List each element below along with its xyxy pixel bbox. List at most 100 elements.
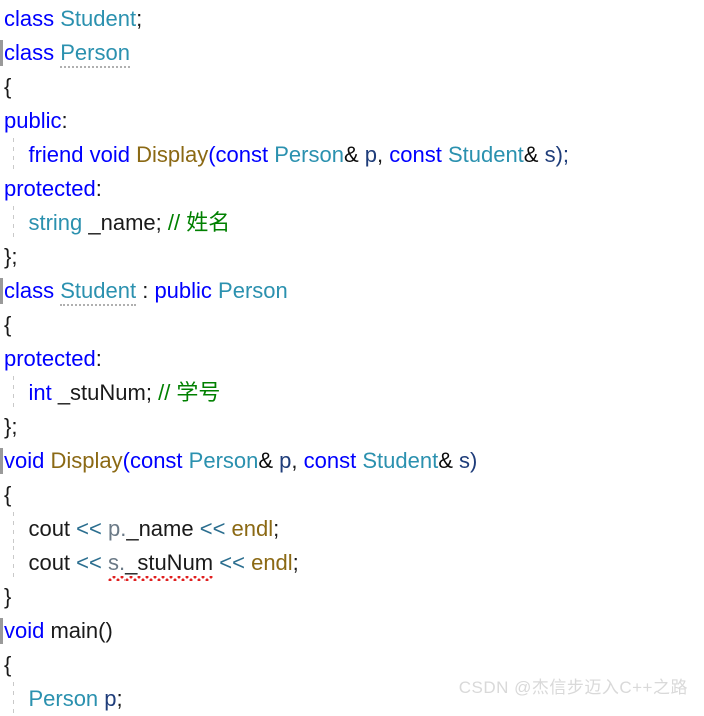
code-token: << — [199, 516, 232, 541]
code-line[interactable]: public: — [0, 104, 704, 138]
code-line[interactable]: void Display(const Person& p, const Stud… — [0, 444, 704, 478]
code-token: { — [4, 652, 12, 677]
code-line[interactable]: class Student : public Person — [0, 274, 704, 308]
code-token: & — [438, 448, 453, 473]
code-token: s — [538, 142, 556, 167]
code-token: ; — [273, 516, 280, 541]
code-token: const — [215, 142, 275, 167]
code-token: { — [4, 312, 12, 337]
code-token: { — [4, 482, 12, 507]
code-token: ; — [292, 550, 299, 575]
code-token: Student — [60, 278, 137, 306]
code-token: _name — [126, 516, 200, 541]
code-token: Person — [28, 686, 99, 711]
code-token: & — [523, 142, 539, 167]
code-token: string — [28, 210, 83, 235]
code-token: p — [98, 686, 117, 711]
code-line[interactable]: protected: — [0, 342, 704, 376]
code-token: ( — [208, 142, 216, 167]
code-line[interactable]: friend void Display(const Person& p, con… — [0, 138, 704, 172]
code-token: , — [291, 448, 304, 473]
code-token: endl — [231, 516, 274, 541]
code-line[interactable]: int _stuNum; // 学号 — [0, 376, 704, 410]
code-token: s. — [107, 546, 126, 581]
code-token: & — [343, 142, 359, 167]
code-token: s — [452, 448, 471, 473]
code-token: p — [358, 142, 378, 167]
code-token: << — [219, 550, 252, 575]
code-token: int — [28, 380, 52, 405]
code-line[interactable]: }; — [0, 410, 704, 444]
code-token: }; — [4, 244, 18, 269]
code-line[interactable]: } — [0, 580, 704, 614]
code-token: void — [4, 448, 51, 473]
code-line[interactable]: cout << p._name << endl; — [0, 512, 704, 546]
code-token: ); — [555, 142, 570, 167]
code-token: _stuNum; — [51, 380, 159, 405]
code-line[interactable]: void main() — [0, 614, 704, 648]
code-token: friend void — [28, 142, 137, 167]
code-token: () — [98, 618, 113, 643]
code-token: Person — [188, 448, 259, 473]
code-line[interactable]: protected: — [0, 172, 704, 206]
code-line[interactable]: { — [0, 70, 704, 104]
code-token: class — [4, 278, 61, 303]
code-token: Display — [136, 142, 209, 167]
code-token: void — [4, 618, 51, 643]
code-token: : — [95, 346, 102, 371]
code-token: Student — [60, 6, 137, 31]
code-token: class — [4, 6, 61, 31]
code-token: { — [4, 74, 12, 99]
code-editor-surface[interactable]: class Student; class Person{public: frien… — [0, 0, 704, 716]
code-line[interactable]: { — [0, 308, 704, 342]
code-token: ) — [470, 448, 478, 473]
code-token: ( — [122, 448, 130, 473]
code-token: endl — [251, 550, 293, 575]
code-token: << — [76, 516, 108, 541]
code-line[interactable]: class Student; — [0, 2, 704, 36]
code-token: & — [258, 448, 274, 473]
code-line[interactable]: { — [0, 478, 704, 512]
code-token: protected — [4, 176, 96, 201]
code-token: : — [61, 108, 68, 133]
code-line[interactable]: }; — [0, 240, 704, 274]
code-line[interactable]: string _name; // 姓名 — [0, 206, 704, 240]
code-token: public — [4, 108, 62, 133]
code-token: cout — [28, 550, 77, 575]
code-line[interactable]: cout << s._stuNum << endl; — [0, 546, 704, 581]
code-token: Person — [274, 142, 344, 167]
code-token: : — [136, 278, 155, 303]
code-token: , — [377, 142, 390, 167]
code-token: Student — [362, 448, 439, 473]
code-token: Person — [60, 40, 130, 68]
code-token: } — [4, 584, 12, 609]
code-token: p. — [107, 516, 127, 541]
code-token: // 学号 — [158, 380, 221, 405]
code-token: Student — [447, 142, 524, 167]
code-token: : — [95, 176, 102, 201]
code-token: << — [76, 550, 108, 575]
csdn-watermark: CSDN @杰信步迈入C++之路 — [458, 678, 688, 697]
code-token: class — [4, 40, 61, 65]
code-token: _stuNum — [125, 546, 214, 581]
code-token: cout — [28, 516, 77, 541]
code-token: p — [273, 448, 292, 473]
code-token: _name; — [82, 210, 168, 235]
code-token: }; — [4, 414, 18, 439]
code-token: // 姓名 — [167, 210, 231, 235]
code-token: public — [154, 278, 219, 303]
code-token: protected — [4, 346, 96, 371]
code-line[interactable]: class Person — [0, 36, 704, 70]
code-token: const — [389, 142, 448, 167]
code-token: const — [129, 448, 189, 473]
code-token: const — [303, 448, 363, 473]
code-token: ; — [136, 6, 143, 31]
code-lines-container[interactable]: class Student; class Person{public: frien… — [0, 0, 704, 716]
code-token: main — [50, 618, 99, 643]
code-token: Person — [218, 278, 288, 303]
